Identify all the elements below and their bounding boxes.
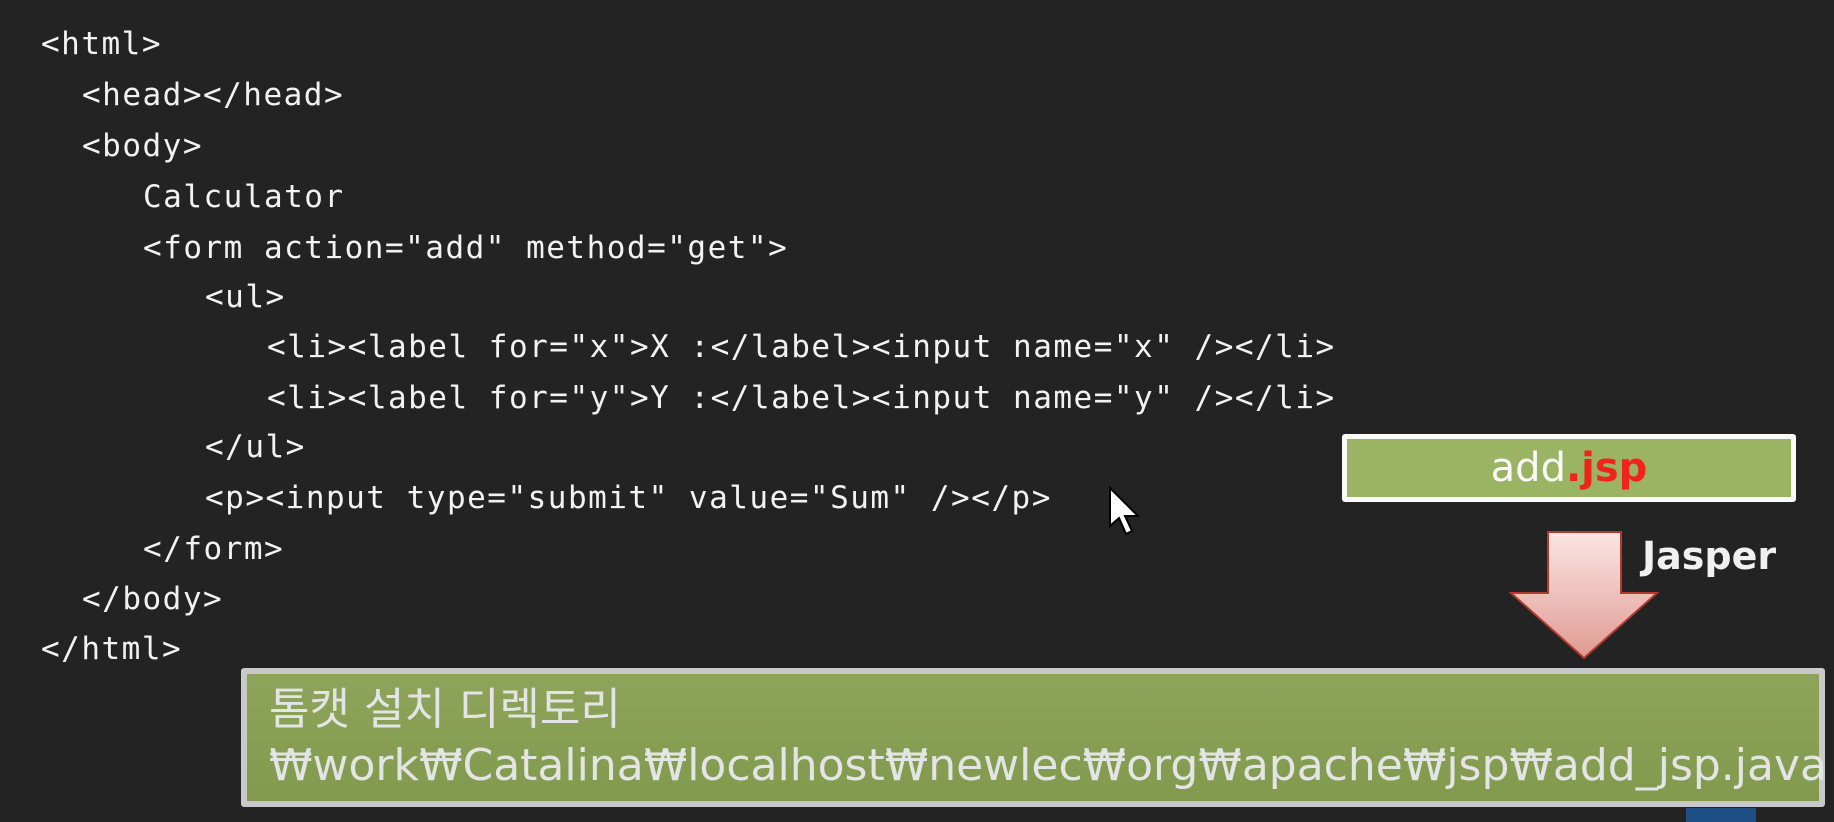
output-path-box: 톰캣 설치 디렉토리 ₩work₩Catalina₩localhost₩newl…: [241, 668, 1827, 807]
code-line: <head></head>: [82, 77, 345, 113]
jsp-file-ext: .jsp: [1565, 445, 1648, 491]
code-line: <p><input type="submit" value="Sum" /></…: [205, 480, 1052, 516]
down-arrow-icon: [1508, 531, 1660, 660]
jsp-file-name: add: [1490, 445, 1566, 491]
jasper-label: Jasper: [1642, 534, 1777, 578]
code-line: <li><label for="y">Y :</label><input nam…: [267, 380, 1336, 416]
code-line: <li><label for="x">X :</label><input nam…: [267, 329, 1336, 365]
mouse-cursor-icon: [1109, 486, 1141, 536]
code-line: <html>: [41, 26, 162, 62]
code-line: <body>: [82, 128, 203, 164]
code-line: </ul>: [205, 429, 306, 465]
tomcat-dir-title: 톰캣 설치 디렉토리: [269, 684, 621, 735]
java-file-path: ₩work₩Catalina₩localhost₩newlec₩org₩apac…: [269, 740, 1827, 791]
jsp-file-box: add .jsp: [1342, 434, 1796, 502]
taskbar-fragment: [1686, 808, 1756, 822]
code-line: </html>: [41, 631, 183, 667]
code-line: <ul>: [205, 279, 286, 315]
code-line: <form action="add" method="get">: [143, 230, 789, 266]
code-line: Calculator: [143, 179, 345, 215]
code-line: </body>: [82, 581, 224, 617]
code-line: </form>: [143, 531, 285, 567]
